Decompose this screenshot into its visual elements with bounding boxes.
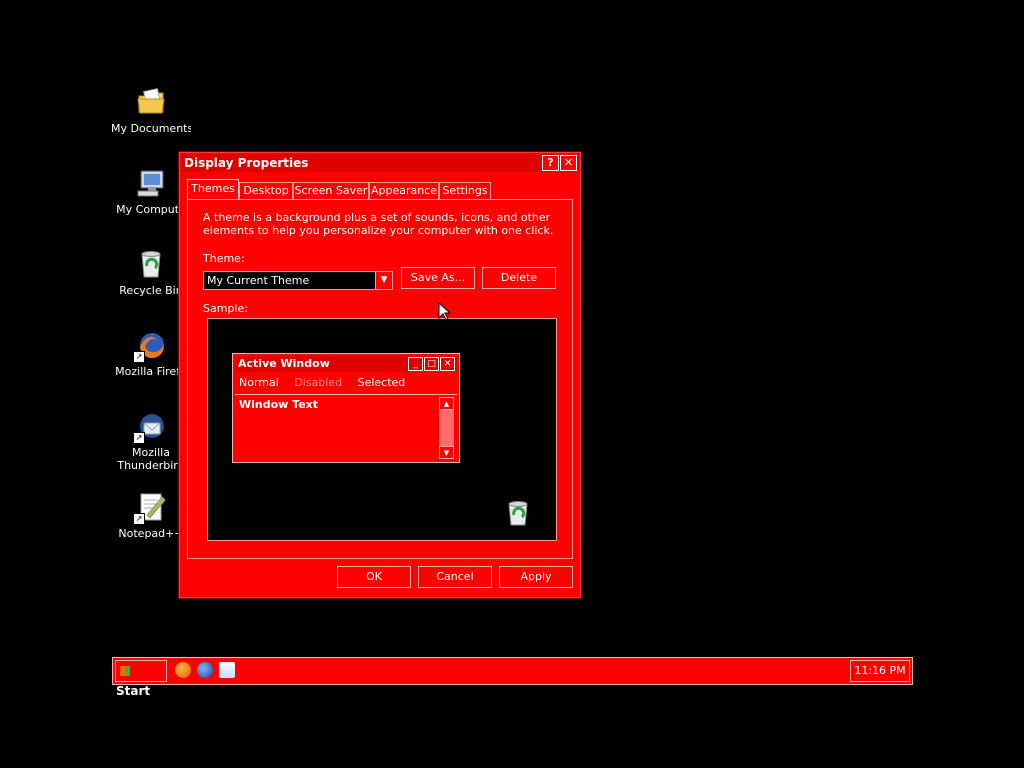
start-label: Start	[116, 684, 151, 698]
tab-screen-saver[interactable]: Screen Saver	[293, 182, 369, 199]
taskbar: Start 11:16 PM	[112, 657, 913, 698]
sample-menu-normal: Normal	[239, 376, 279, 389]
maximize-icon: □	[424, 357, 439, 371]
sample-window-title: Active Window	[238, 357, 330, 370]
theme-label: Theme:	[203, 252, 245, 265]
sample-active-window: Active Window _ □ ✕ Normal Disabled Sele…	[232, 353, 460, 463]
cancel-button[interactable]: Cancel	[418, 566, 492, 588]
sample-window-titlebar: Active Window _ □ ✕	[235, 356, 457, 372]
sample-recycle-bin-icon	[504, 499, 532, 527]
theme-sample-preview: Active Window _ □ ✕ Normal Disabled Sele…	[207, 318, 557, 541]
chevron-down-icon[interactable]: ▼	[375, 272, 392, 289]
tab-appearance[interactable]: Appearance	[369, 182, 439, 199]
folder-documents-icon	[135, 86, 167, 118]
firefox-icon[interactable]	[175, 662, 191, 678]
apply-button[interactable]: Apply	[499, 566, 573, 588]
ok-button[interactable]: OK	[337, 566, 411, 588]
display-properties-dialog: Display Properties ? ✕ Themes Desktop Sc…	[178, 151, 582, 599]
tab-themes[interactable]: Themes	[187, 179, 239, 200]
theme-select[interactable]: My Current Theme ▼	[203, 271, 393, 290]
sample-label: Sample:	[203, 302, 248, 315]
tab-settings[interactable]: Settings	[439, 182, 491, 199]
windows-flag-icon	[120, 666, 130, 676]
close-icon: ✕	[440, 357, 455, 371]
mouse-cursor-icon	[438, 301, 452, 325]
save-as-button[interactable]: Save As...	[401, 267, 475, 289]
system-tray-clock[interactable]: 11:16 PM	[850, 660, 910, 682]
close-button[interactable]: ✕	[560, 155, 577, 171]
desktop-icon-my-documents[interactable]: My Documents	[111, 86, 191, 135]
theme-select-value: My Current Theme	[207, 274, 310, 287]
tab-desktop[interactable]: Desktop	[239, 182, 293, 199]
sample-menu-disabled: Disabled	[294, 376, 343, 389]
computer-icon	[135, 167, 167, 199]
shortcut-arrow-icon: ↗	[133, 432, 145, 444]
thunderbird-icon: ↗	[133, 410, 167, 444]
dialog-titlebar[interactable]: Display Properties ? ✕	[181, 154, 579, 172]
thunderbird-icon[interactable]	[197, 662, 213, 678]
shortcut-arrow-icon: ↗	[133, 513, 145, 525]
recycle-bin-icon	[135, 248, 167, 280]
scroll-up-arrow-icon: ▲	[439, 397, 454, 410]
shortcut-arrow-icon: ↗	[133, 351, 145, 363]
scroll-down-arrow-icon: ▼	[439, 446, 454, 459]
notepad-icon: ↗	[133, 491, 167, 525]
delete-button[interactable]: Delete	[482, 267, 556, 289]
sample-scrollbar: ▲ ▼	[439, 397, 454, 459]
start-button[interactable]: Start	[115, 660, 167, 698]
help-button[interactable]: ?	[542, 155, 559, 171]
minimize-icon: _	[408, 357, 423, 371]
dialog-title: Display Properties	[184, 156, 309, 170]
sample-window-text: Window Text	[239, 398, 319, 411]
sample-menu-bar: Normal Disabled Selected	[239, 376, 417, 389]
sample-window-text-area: Window Text ▲ ▼	[235, 394, 457, 461]
theme-description: A theme is a background plus a set of so…	[203, 211, 554, 237]
firefox-icon: ↗	[133, 329, 167, 363]
desktop-icon-label: My Documents	[111, 122, 191, 135]
sample-menu-selected: Selected	[357, 376, 406, 389]
notepad-icon[interactable]	[219, 662, 235, 678]
